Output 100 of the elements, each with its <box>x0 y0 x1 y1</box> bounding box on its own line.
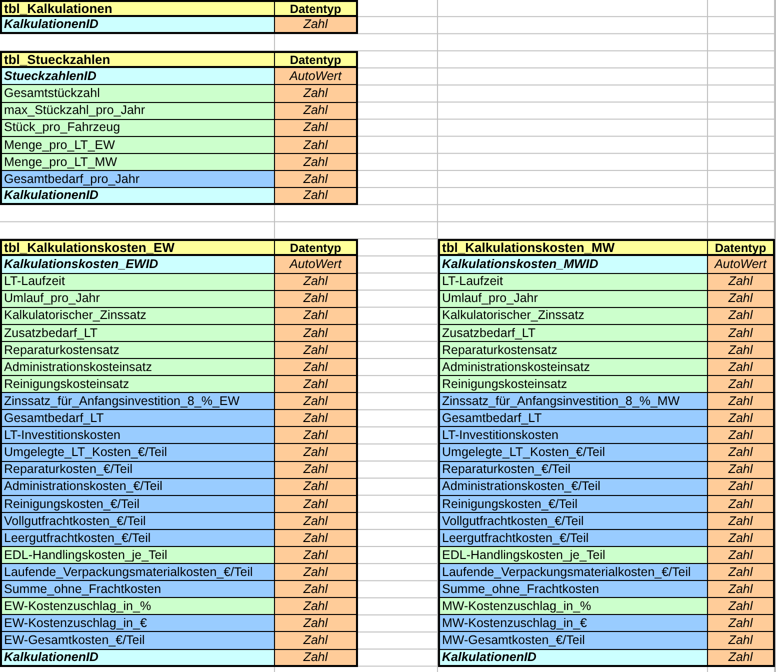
table-cell: Zahl <box>275 496 358 513</box>
table-cell: max_Stückzahl_pro_Jahr <box>0 102 275 120</box>
table-cell: Zahl <box>275 136 358 154</box>
table-cell: Laufende_Verpackungsmaterialkosten_€/Teil <box>0 564 275 582</box>
table-cell: Umgelegte_LT_Kosten_€/Teil <box>438 444 708 462</box>
column-header: Datentyp <box>275 51 358 68</box>
table-cell: Umlauf_pro_Jahr <box>0 290 275 308</box>
column-header: Datentyp <box>275 239 358 256</box>
table-cell: Zahl <box>708 358 775 376</box>
table-cell: Vollgutfrachtkosten_€/Teil <box>0 512 275 530</box>
table-cell: Reinigungskosteinsatz <box>0 376 275 394</box>
table-cell: Zahl <box>708 512 775 530</box>
table-cell: Zusatzbedarf_LT <box>438 324 708 342</box>
table-cell: Zahl <box>275 154 358 171</box>
table-cell: LT-Investitionskosten <box>438 427 708 444</box>
table-cell: Zahl <box>275 444 358 462</box>
table-cell: Zahl <box>275 512 358 530</box>
table-cell: Zahl <box>708 632 775 650</box>
table-cell: Zahl <box>708 615 775 632</box>
table-cell: KalkulationenID <box>0 650 275 667</box>
table-cell: Zahl <box>275 393 358 410</box>
table-cell: Zinssatz_für_Anfangsinvestition_8_%_EW <box>0 393 275 410</box>
table-cell: Gesamtstückzahl <box>0 85 275 103</box>
table-cell: Zahl <box>708 308 775 325</box>
table-cell: Vollgutfrachtkosten_€/Teil <box>438 512 708 530</box>
table-cell: AutoWert <box>275 68 358 86</box>
table-cell: LT-Investitionskosten <box>0 427 275 444</box>
table-cell: Reinigungskosten_€/Teil <box>0 496 275 513</box>
table-cell: Kalkulationskosten_EWID <box>0 256 275 274</box>
table-cell: Kalkulatorischer_Zinssatz <box>438 308 708 325</box>
table-cell: Umgelegte_LT_Kosten_€/Teil <box>0 444 275 462</box>
table-cell: EDL-Handlingskosten_je_Teil <box>0 547 275 564</box>
table-cell: Stück_pro_Fahrzeug <box>0 120 275 137</box>
table-cell: Administrationskosten_€/Teil <box>0 478 275 496</box>
table-cell: Zahl <box>708 496 775 513</box>
table-cell: Zahl <box>275 376 358 394</box>
table-cell: Zahl <box>708 462 775 479</box>
table-cell: Reparaturkostensatz <box>438 342 708 359</box>
table-cell: LT-Laufzeit <box>438 274 708 291</box>
table-cell: Kalkulationskosten_MWID <box>438 256 708 274</box>
table-cell: MW-Gesamtkosten_€/Teil <box>438 632 708 650</box>
table-cell: Reparaturkosten_€/Teil <box>438 462 708 479</box>
table-cell: Zahl <box>275 342 358 359</box>
table-cell: EW-Kostenzuschlag_in_€ <box>0 615 275 632</box>
table-title: tbl_Kalkulationskosten_MW <box>438 239 708 256</box>
table-cell: Zahl <box>708 324 775 342</box>
table-cell: Zahl <box>708 650 775 667</box>
table-cell: Menge_pro_LT_EW <box>0 136 275 154</box>
table-cell: Laufende_Verpackungsmaterialkosten_€/Teil <box>438 564 708 582</box>
table-cell: MW-Kostenzuschlag_in_€ <box>438 615 708 632</box>
table-cell: Leergutfrachtkosten_€/Teil <box>0 530 275 547</box>
table-cell: Zahl <box>275 462 358 479</box>
table-cell: Kalkulatorischer_Zinssatz <box>0 308 275 325</box>
table-cell: Menge_pro_LT_MW <box>0 154 275 171</box>
table-cell: Gesamtbedarf_pro_Jahr <box>0 170 275 188</box>
table-cell: Reinigungskosteinsatz <box>438 376 708 394</box>
table-cell: Zusatzbedarf_LT <box>0 324 275 342</box>
column-header: Datentyp <box>708 239 775 256</box>
table-cell: Gesamtbedarf_LT <box>0 410 275 428</box>
table-cell: Zahl <box>708 547 775 564</box>
table-cell: Zahl <box>275 427 358 444</box>
table-cell: Zahl <box>708 478 775 496</box>
table-cell: Reparaturkosten_€/Teil <box>0 462 275 479</box>
table-cell: LT-Laufzeit <box>0 274 275 291</box>
table-cell: Zahl <box>708 376 775 394</box>
table-cell: Administrationskosteinsatz <box>0 358 275 376</box>
table-cell: Summe_ohne_Frachtkosten <box>438 581 708 598</box>
table-cell: Zahl <box>275 290 358 308</box>
table-cell: Summe_ohne_Frachtkosten <box>0 581 275 598</box>
table-cell: Zahl <box>275 188 358 206</box>
table-cell: Administrationskosteinsatz <box>438 358 708 376</box>
table-cell: AutoWert <box>708 256 775 274</box>
table-title: tbl_Kalkulationen <box>0 0 275 18</box>
table-cell: Zahl <box>275 358 358 376</box>
table-cell: Zahl <box>275 17 358 34</box>
table-cell: Zahl <box>708 274 775 291</box>
table-cell: Zahl <box>708 427 775 444</box>
table-cell: Zahl <box>708 410 775 428</box>
table-cell: KalkulationenID <box>0 188 275 206</box>
table-cell: Zahl <box>275 598 358 616</box>
table-cell: Zahl <box>708 290 775 308</box>
table-cell: Zahl <box>275 530 358 547</box>
table-cell: AutoWert <box>275 256 358 274</box>
table-title: tbl_Stueckzahlen <box>0 51 275 68</box>
table-cell: Zahl <box>708 564 775 582</box>
table-cell: Zahl <box>275 632 358 650</box>
table-cell: Zahl <box>275 615 358 632</box>
table-cell: Zahl <box>275 324 358 342</box>
table-cell: Leergutfrachtkosten_€/Teil <box>438 530 708 547</box>
table-cell: Zahl <box>275 564 358 582</box>
table-cell: Zahl <box>708 581 775 598</box>
table-cell: Zahl <box>708 530 775 547</box>
table-cell: Zahl <box>275 170 358 188</box>
table-cell: Zahl <box>275 478 358 496</box>
table-cell: Zahl <box>275 274 358 291</box>
table-title: tbl_Kalkulationskosten_EW <box>0 239 275 256</box>
table-cell: Zahl <box>275 102 358 120</box>
table-cell: EW-Kostenzuschlag_in_% <box>0 598 275 616</box>
table-cell: Reinigungskosten_€/Teil <box>438 496 708 513</box>
table-cell: Reparaturkostensatz <box>0 342 275 359</box>
